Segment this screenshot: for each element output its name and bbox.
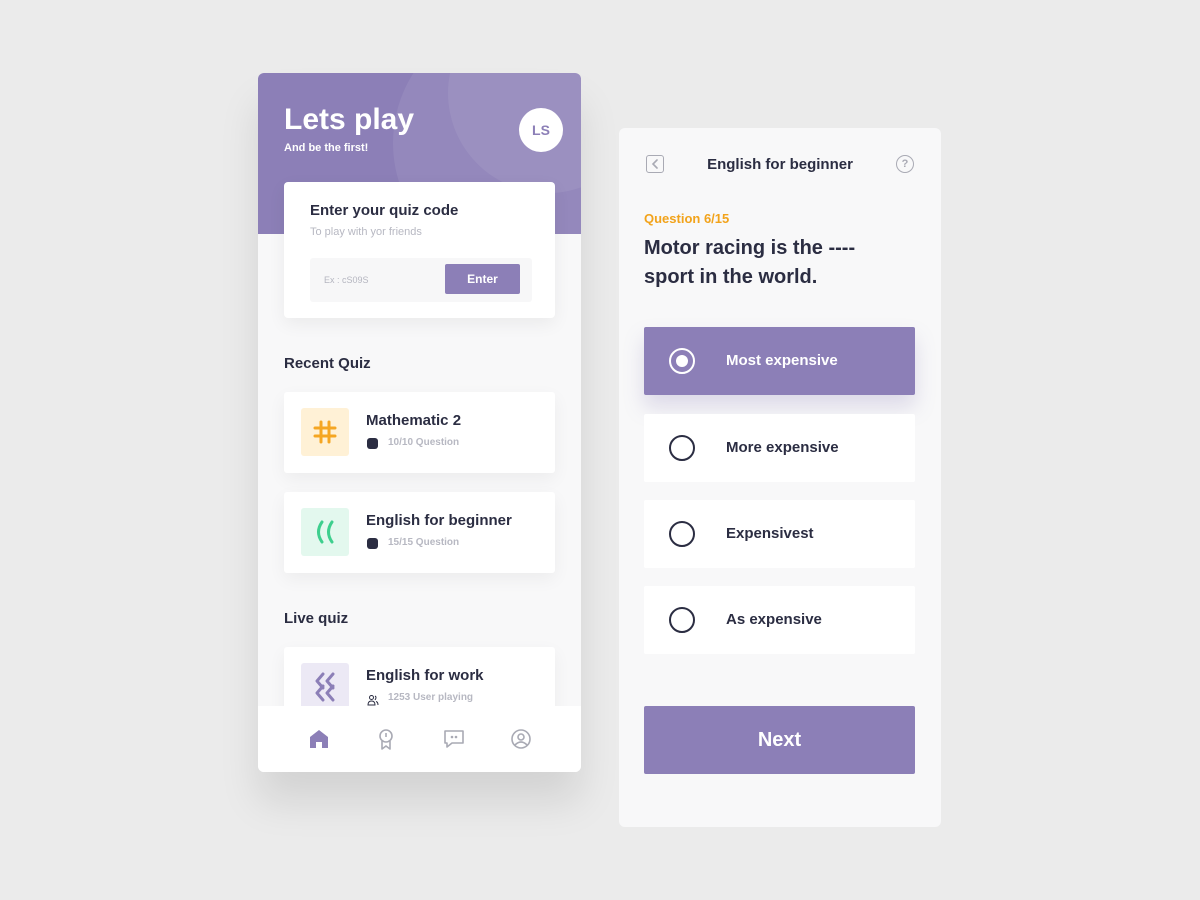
quiz-code-subtitle: To play with yor friends bbox=[310, 226, 422, 238]
quiz-title: English for work bbox=[366, 667, 484, 684]
live-quiz-heading: Live quiz bbox=[284, 610, 349, 627]
enter-button[interactable]: Enter bbox=[445, 264, 520, 294]
page-subtitle: And be the first! bbox=[284, 142, 369, 154]
quiz-header-title: English for beginner bbox=[707, 156, 853, 173]
recent-quiz-item[interactable]: Mathematic 2 10/10 Question bbox=[284, 392, 555, 473]
quiz-meta: 10/10 Question bbox=[388, 437, 460, 448]
radio-icon bbox=[669, 521, 695, 547]
quiz-code-input[interactable] bbox=[310, 258, 445, 302]
answer-option[interactable]: Most expensive bbox=[644, 327, 915, 395]
answer-option[interactable]: More expensive bbox=[644, 414, 915, 482]
quiz-title: Mathematic 2 bbox=[366, 412, 462, 429]
question-progress: Question 6/15 bbox=[644, 211, 730, 226]
help-icon[interactable]: ? bbox=[896, 155, 914, 173]
home-screen: Lets play And be the first! LS Enter you… bbox=[258, 73, 581, 772]
double-chevron-icon bbox=[301, 663, 349, 711]
quiz-meta: 1253 User playing bbox=[388, 692, 474, 703]
award-icon[interactable] bbox=[373, 726, 399, 752]
chat-icon[interactable] bbox=[441, 726, 467, 752]
users-icon bbox=[367, 693, 379, 706]
hashtag-icon bbox=[301, 408, 349, 456]
recent-quiz-item[interactable]: English for beginner 15/15 Question bbox=[284, 492, 555, 573]
answer-label: Most expensive bbox=[726, 352, 838, 369]
answer-label: As expensive bbox=[726, 611, 822, 628]
answer-option[interactable]: Expensivest bbox=[644, 500, 915, 568]
quiz-code-card: Enter your quiz code To play with yor fr… bbox=[284, 182, 555, 318]
question-screen: English for beginner ? Question 6/15 Mot… bbox=[619, 128, 941, 827]
recent-quiz-heading: Recent Quiz bbox=[284, 355, 371, 372]
quiz-title: English for beginner bbox=[366, 512, 512, 529]
quiz-code-title: Enter your quiz code bbox=[310, 202, 459, 219]
radio-icon bbox=[669, 607, 695, 633]
quote-icon bbox=[301, 508, 349, 556]
answer-label: More expensive bbox=[726, 439, 839, 456]
next-button[interactable]: Next bbox=[644, 706, 915, 774]
answer-option[interactable]: As expensive bbox=[644, 586, 915, 654]
quiz-code-field: Enter bbox=[310, 258, 532, 302]
quiz-meta: 15/15 Question bbox=[388, 537, 460, 548]
question-count-icon bbox=[367, 438, 378, 449]
profile-icon[interactable] bbox=[508, 726, 534, 752]
bottom-tab-bar bbox=[258, 706, 581, 772]
radio-selected-icon bbox=[669, 348, 695, 374]
avatar[interactable]: LS bbox=[519, 108, 563, 152]
radio-icon bbox=[669, 435, 695, 461]
home-icon[interactable] bbox=[306, 726, 332, 752]
page-title: Lets play bbox=[284, 103, 415, 136]
answer-label: Expensivest bbox=[726, 525, 814, 542]
question-count-icon bbox=[367, 538, 378, 549]
question-text: Motor racing is the ---- sport in the wo… bbox=[644, 237, 856, 288]
